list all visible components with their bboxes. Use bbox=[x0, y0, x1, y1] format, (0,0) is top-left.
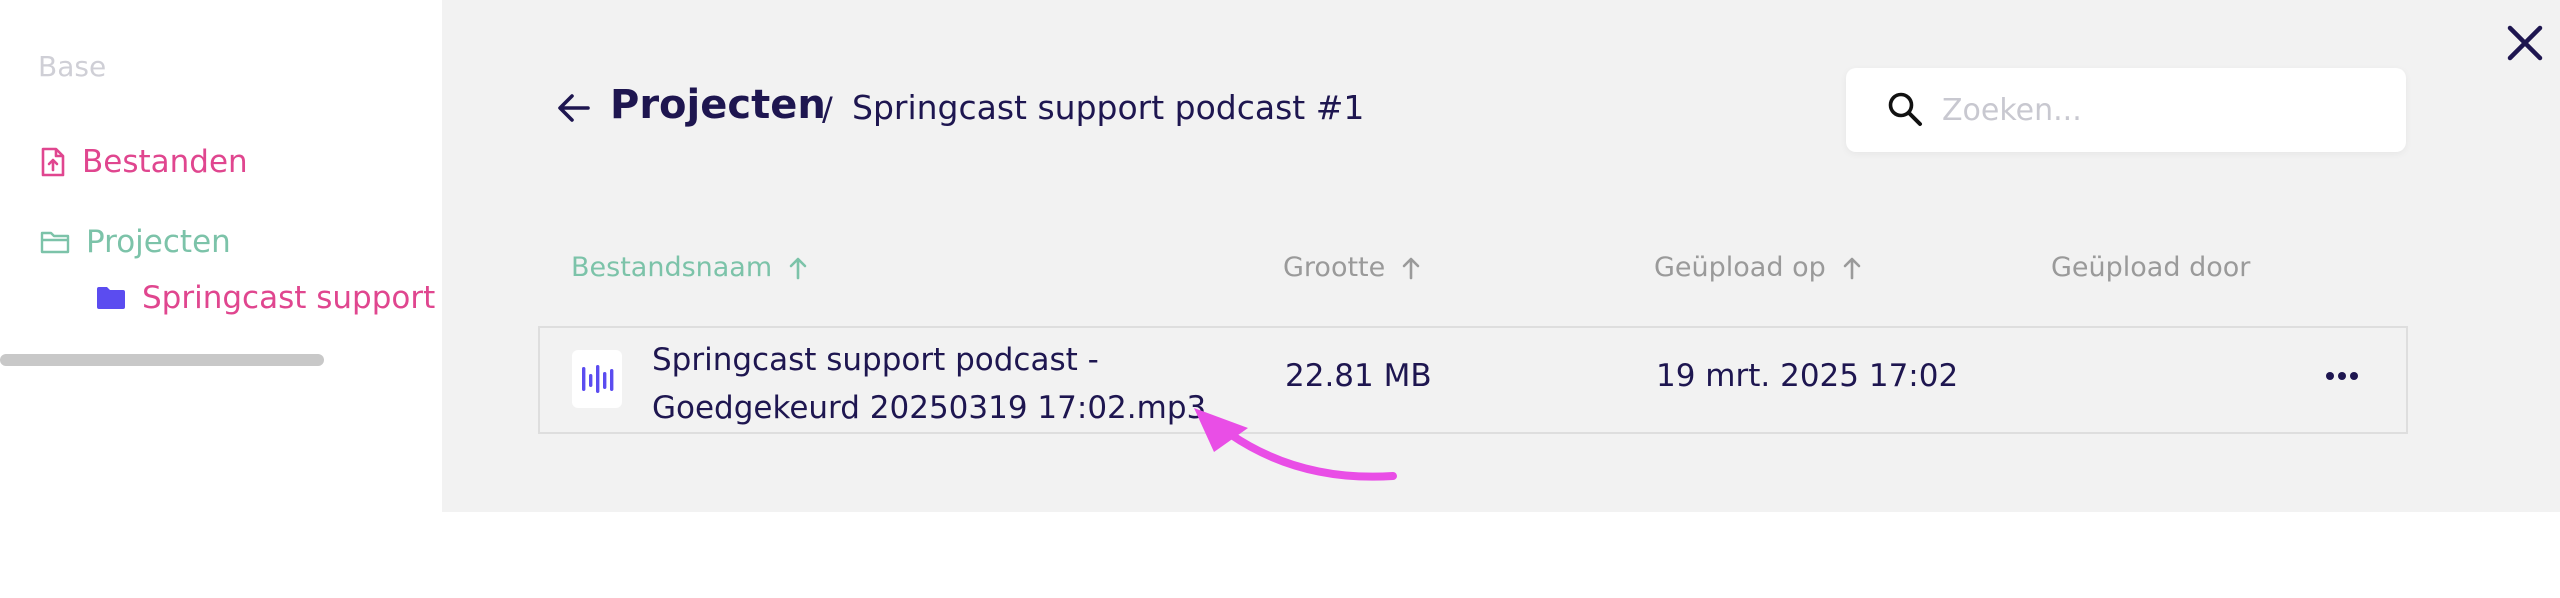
sort-arrow-up-icon bbox=[1401, 256, 1421, 280]
sidebar-item-label: Projecten bbox=[86, 224, 231, 260]
breadcrumb-separator: / bbox=[822, 90, 833, 128]
breadcrumb-current: Springcast support podcast #1 bbox=[852, 88, 1365, 127]
folder-outline-icon bbox=[40, 229, 70, 255]
sidebar-scrollbar[interactable] bbox=[0, 354, 324, 366]
annotation-arrow-icon bbox=[1180, 390, 1400, 494]
search-input[interactable] bbox=[1942, 86, 2382, 134]
column-header-bestandsnaam[interactable]: Bestandsnaam bbox=[571, 252, 808, 283]
breadcrumb-projecten[interactable]: Projecten bbox=[610, 82, 826, 128]
arrow-left-icon bbox=[558, 94, 590, 122]
file-name-line: Springcast support podcast - bbox=[652, 342, 1099, 378]
search-box[interactable] bbox=[1846, 68, 2406, 152]
sidebar: Base Bestanden Projecten Springcast supp… bbox=[0, 0, 442, 512]
close-button[interactable] bbox=[2502, 20, 2548, 66]
search-icon bbox=[1886, 90, 1924, 132]
close-icon bbox=[2507, 25, 2543, 61]
file-name-line: Goedgekeurd 20250319 17:02.mp3 bbox=[652, 390, 1207, 426]
row-actions-button[interactable] bbox=[2322, 364, 2362, 388]
table-row[interactable]: Springcast support podcast - Goedgekeurd… bbox=[538, 326, 2408, 434]
folder-filled-icon bbox=[96, 286, 126, 310]
sort-arrow-up-icon bbox=[788, 256, 808, 280]
file-size: 22.81 MB bbox=[1285, 358, 1432, 394]
column-header-label: Bestandsnaam bbox=[571, 252, 773, 283]
column-header-label: Geüpload op bbox=[1654, 252, 1826, 283]
sidebar-item-bestanden[interactable]: Bestanden bbox=[40, 144, 248, 180]
audio-file-icon bbox=[572, 350, 622, 408]
sidebar-section-title: Base bbox=[38, 50, 107, 83]
sidebar-item-label: Bestanden bbox=[82, 144, 248, 180]
file-upload-icon bbox=[40, 147, 66, 177]
column-header-label: Grootte bbox=[1283, 252, 1386, 283]
file-upload-date: 19 mrt. 2025 17:02 bbox=[1656, 358, 1959, 394]
column-header-grootte[interactable]: Grootte bbox=[1283, 252, 1421, 283]
sidebar-item-springcast-project[interactable]: Springcast support podcast #1 bbox=[96, 280, 442, 316]
sidebar-item-label: Springcast support podcast #1 bbox=[142, 280, 442, 316]
column-header-label: Geüpload door bbox=[2051, 252, 2251, 283]
more-horizontal-icon bbox=[2326, 372, 2358, 380]
column-header-geupload-door: Geüpload door bbox=[2051, 252, 2250, 283]
column-header-geupload-op[interactable]: Geüpload op bbox=[1654, 252, 1862, 283]
sort-arrow-up-icon bbox=[1842, 256, 1862, 280]
sidebar-item-projecten[interactable]: Projecten bbox=[40, 224, 231, 260]
back-button[interactable] bbox=[556, 90, 592, 126]
file-name[interactable]: Springcast support podcast - Goedgekeurd… bbox=[652, 336, 1212, 432]
